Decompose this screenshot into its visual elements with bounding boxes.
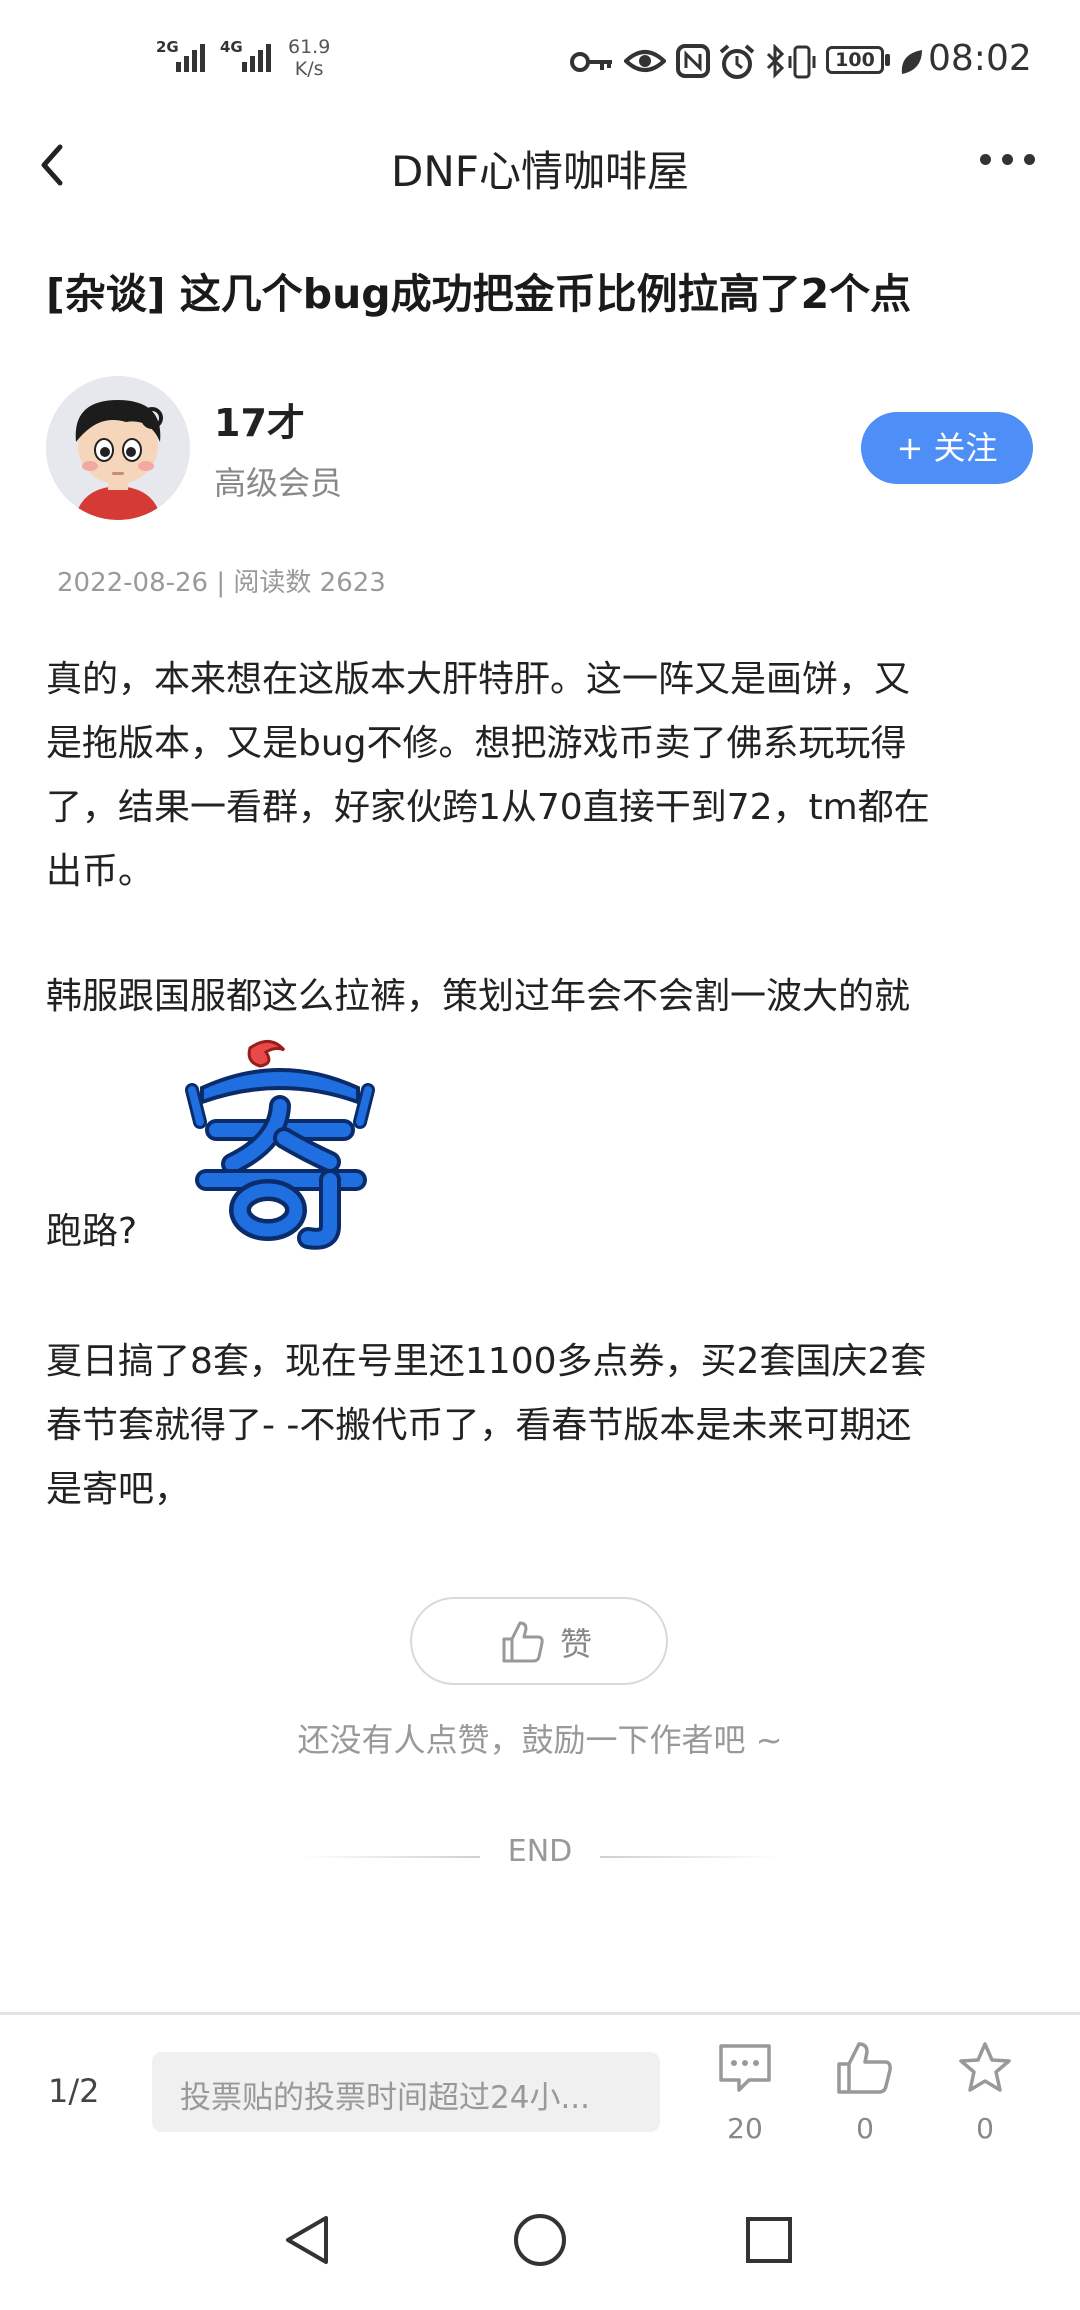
battery-icon: 100 (826, 46, 884, 74)
net-speed-unit: K/s (294, 58, 324, 80)
post-text-line: 真的，本来想在这版本大肝特肝。这一阵又是画饼，又 (46, 659, 911, 700)
comment-button[interactable] (710, 2040, 780, 2100)
nfc-icon (676, 44, 710, 78)
post-text-line: 春节套就得了- -不搬代币了，看春节版本是未来可期还 (46, 1405, 912, 1446)
post-title: [杂谈] 这几个bug成功把金币比例拉高了2个点 (46, 270, 912, 318)
battery-level: 100 (835, 49, 875, 71)
signal-type-label: 4G (220, 38, 243, 56)
comment-placeholder: 投票贴的投票时间超过24小... (180, 2080, 591, 2116)
post-text-line: 跑路? (46, 1211, 138, 1252)
avatar[interactable] (46, 376, 190, 520)
page-indicator[interactable]: 1/2 (48, 2072, 100, 2110)
key-icon (570, 52, 612, 72)
author-rank: 高级会员 (214, 464, 343, 502)
like-hint: 还没有人点赞，鼓励一下作者吧 ~ (297, 1721, 783, 1759)
nav-recents-icon[interactable] (744, 2215, 794, 2265)
net-speed-value: 61.9 (288, 36, 331, 58)
vibrate-icon (788, 45, 816, 79)
favorite-button[interactable] (950, 2040, 1020, 2100)
post-text-line: 韩服跟国服都这么拉裤，策划过年会不会割一波大的就 (46, 976, 911, 1017)
status-time: 08:02 (928, 38, 1032, 79)
page-title: DNF心情咖啡屋 (391, 147, 689, 196)
more-options-icon[interactable] (980, 150, 1060, 180)
post-text-line: 夏日搞了8套，现在号里还1100多点券，买2套国庆2套 (46, 1341, 927, 1382)
like-button[interactable]: 赞 (410, 1597, 668, 1685)
post-text-line: 了，结果一看群，好家伙跨1从70直接干到72，tm都在 (46, 787, 930, 828)
post-text-line: 是拖版本，又是bug不修。想把游戏币卖了佛系玩玩得 (46, 723, 907, 764)
comments-count: 20 (727, 2112, 763, 2145)
system-nav-bar (0, 2172, 1080, 2310)
eye-icon (624, 50, 666, 72)
thumbs-up-icon (502, 1621, 544, 1663)
like-label: 赞 (560, 1625, 593, 1663)
post-paragraph-1: 真的，本来想在这版本大肝特肝。这一阵又是画饼，又 是拖版本，又是bug不修。想把… (46, 648, 1026, 904)
likes-count: 0 (856, 2112, 874, 2145)
bottom-like-button[interactable] (830, 2040, 900, 2100)
post-paragraph-3: 夏日搞了8套，现在号里还1100多点券，买2套国庆2套 春节套就得了- -不搬代… (46, 1330, 1026, 1522)
comment-icon (719, 2044, 771, 2092)
alarm-icon (719, 44, 755, 79)
nav-home-icon[interactable] (512, 2212, 568, 2268)
status-bar: 2G 4G 61.9 K/s 100 08:02 (0, 0, 1080, 125)
author-name[interactable]: 17才 (214, 392, 305, 447)
comment-input[interactable]: 投票贴的投票时间超过24小... (152, 2052, 660, 2132)
follow-button[interactable]: + 关注 (861, 412, 1033, 484)
net-speed: 61.9 K/s (288, 36, 330, 80)
bluetooth-icon (766, 44, 785, 79)
end-marker: END (507, 1834, 573, 1869)
nav-back-icon[interactable] (282, 2212, 332, 2268)
post-text-line: 出币。 (46, 851, 155, 892)
star-icon (959, 2042, 1011, 2092)
favorites-count: 0 (976, 2112, 994, 2145)
thumbs-up-icon (837, 2042, 892, 2094)
leaf-icon (901, 50, 922, 74)
post-text-line: 是寄吧， (46, 1469, 191, 1510)
post-meta: 2022-08-26 | 阅读数 2623 (57, 568, 386, 598)
